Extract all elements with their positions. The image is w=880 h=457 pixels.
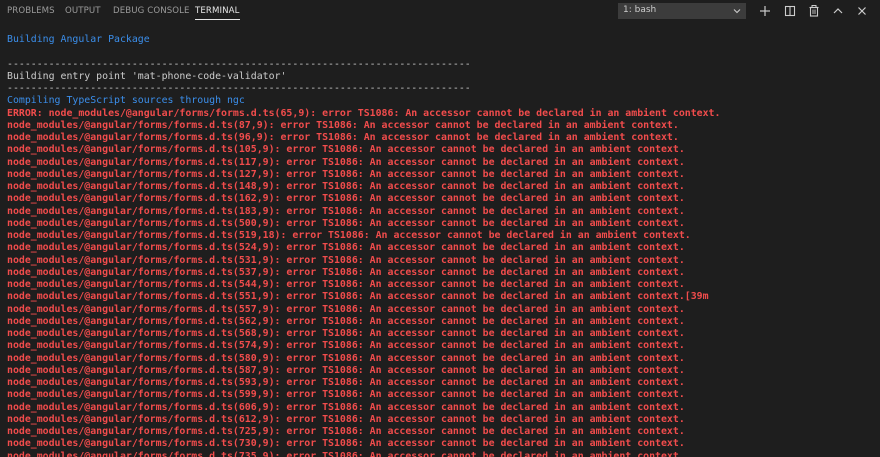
plus-icon[interactable] <box>758 4 772 18</box>
close-icon[interactable] <box>855 4 869 18</box>
terminal-line: node_modules/@angular/forms/forms.d.ts(1… <box>7 156 685 168</box>
panel-tab-bar: PROBLEMS OUTPUT DEBUG CONSOLE TERMINAL 1… <box>0 0 880 24</box>
terminal-line: node_modules/@angular/forms/forms.d.ts(1… <box>7 181 685 192</box>
terminal-line: node_modules/@angular/forms/forms.d.ts(7… <box>7 426 685 437</box>
terminal-line: node_modules/@angular/forms/forms.d.ts(5… <box>7 315 685 327</box>
terminal-line: Compiling TypeScript sources through ngc <box>7 95 245 107</box>
terminal-line: node_modules/@angular/forms/forms.d.ts(7… <box>7 450 685 457</box>
terminal-line: node_modules/@angular/forms/forms.d.ts(1… <box>7 193 685 205</box>
terminal-line: node_modules/@angular/forms/forms.d.ts(7… <box>7 438 685 450</box>
terminal-line: node_modules/@angular/forms/forms.d.ts(5… <box>7 377 685 388</box>
terminal-line: node_modules/@angular/forms/forms.d.ts(9… <box>7 132 679 143</box>
terminal-line: node_modules/@angular/forms/forms.d.ts(6… <box>7 401 685 413</box>
terminal-line: node_modules/@angular/forms/forms.d.ts(6… <box>7 413 685 425</box>
chevron-up-icon[interactable] <box>831 4 845 18</box>
terminal-line: node_modules/@angular/forms/forms.d.ts(1… <box>7 144 685 156</box>
tab-problems[interactable]: PROBLEMS <box>7 6 55 16</box>
terminal-line: node_modules/@angular/forms/forms.d.ts(1… <box>7 168 685 180</box>
terminal-line: node_modules/@angular/forms/forms.d.ts(5… <box>7 254 685 266</box>
chevron-down-icon <box>733 9 741 14</box>
terminal-line: ERROR: node_modules/@angular/forms/forms… <box>7 107 721 119</box>
tab-terminal[interactable]: TERMINAL <box>195 6 240 20</box>
terminal-line: node_modules/@angular/forms/forms.d.ts(5… <box>7 364 685 376</box>
terminal-output[interactable]: Building Angular Package ----------------… <box>7 34 877 457</box>
terminal-line: Building Angular Package <box>7 34 150 45</box>
terminal-line: node_modules/@angular/forms/forms.d.ts(5… <box>7 328 685 339</box>
terminal-line: node_modules/@angular/forms/forms.d.ts(5… <box>7 352 685 364</box>
terminal-select-value: 1: bash <box>623 5 657 15</box>
terminal-panel: PROBLEMS OUTPUT DEBUG CONSOLE TERMINAL 1… <box>0 0 880 457</box>
terminal-select[interactable]: 1: bash <box>618 3 746 19</box>
terminal-line: node_modules/@angular/forms/forms.d.ts(5… <box>7 230 691 241</box>
terminal-line: node_modules/@angular/forms/forms.d.ts(1… <box>7 205 685 217</box>
terminal-line: Building entry point 'mat-phone-code-val… <box>7 70 287 82</box>
terminal-line: node_modules/@angular/forms/forms.d.ts(5… <box>7 340 685 352</box>
terminal-line: node_modules/@angular/forms/forms.d.ts(5… <box>7 279 685 290</box>
terminal-line: node_modules/@angular/forms/forms.d.ts(8… <box>7 119 679 131</box>
split-icon[interactable] <box>783 4 797 18</box>
terminal-line: node_modules/@angular/forms/forms.d.ts(5… <box>7 242 685 254</box>
terminal-line: node_modules/@angular/forms/forms.d.ts(5… <box>7 389 685 401</box>
tab-debug-console[interactable]: DEBUG CONSOLE <box>113 6 190 16</box>
terminal-line: node_modules/@angular/forms/forms.d.ts(5… <box>7 266 685 278</box>
terminal-line: node_modules/@angular/forms/forms.d.ts(5… <box>7 217 685 229</box>
terminal-line: node_modules/@angular/forms/forms.d.ts(5… <box>7 303 685 315</box>
trash-icon[interactable] <box>807 4 821 18</box>
tab-output[interactable]: OUTPUT <box>65 6 101 16</box>
terminal-line: ----------------------------------------… <box>7 83 471 94</box>
terminal-line: node_modules/@angular/forms/forms.d.ts(5… <box>7 291 709 303</box>
terminal-line: ----------------------------------------… <box>7 58 471 70</box>
